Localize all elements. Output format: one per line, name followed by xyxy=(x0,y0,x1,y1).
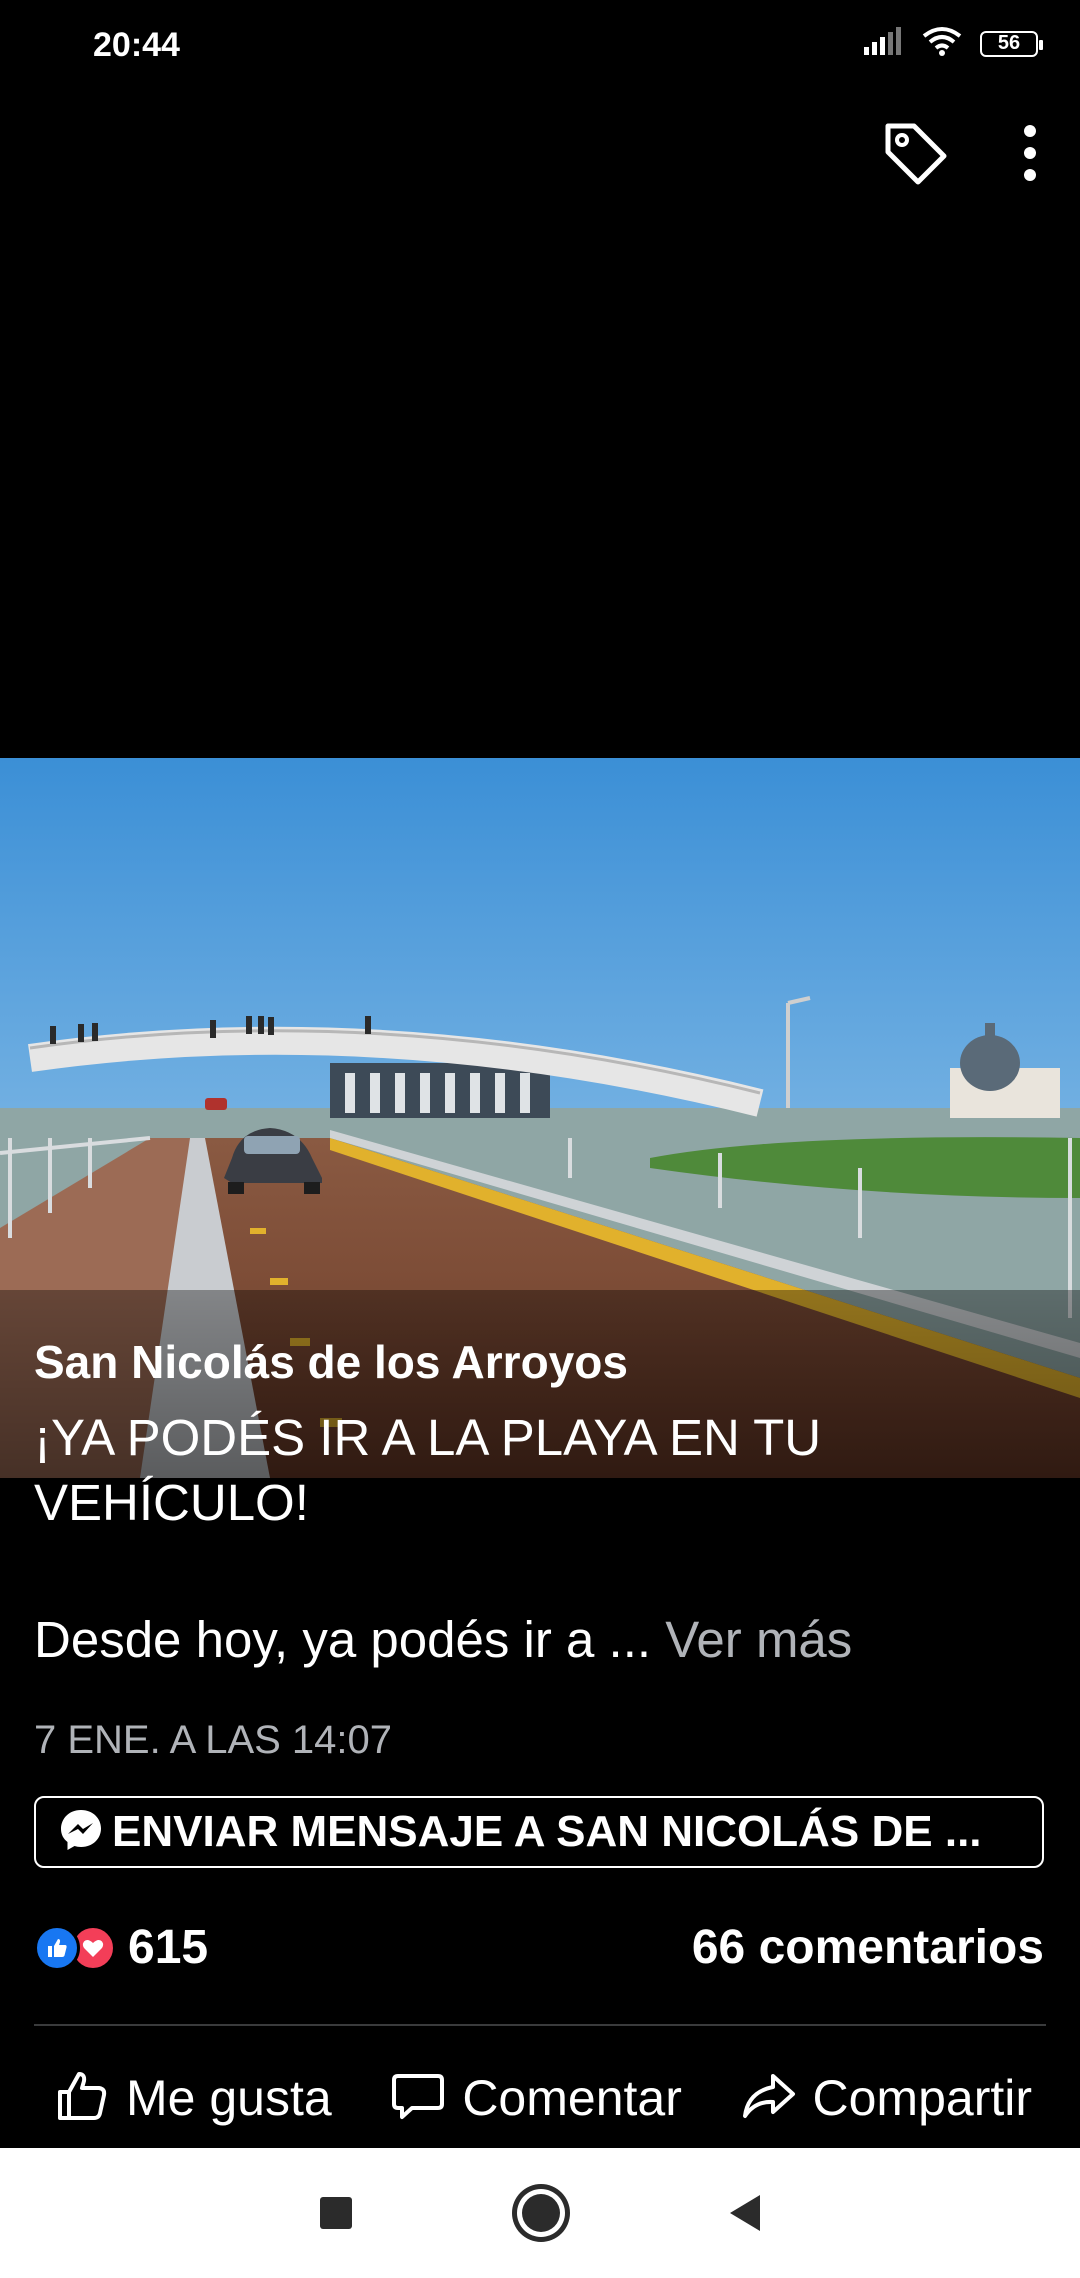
comment-button[interactable]: Comentar xyxy=(390,2068,682,2129)
status-icons: 56 xyxy=(864,26,1043,61)
status-bar: 20:44 56 xyxy=(0,0,1080,96)
tag-icon[interactable] xyxy=(880,118,950,188)
system-nav-bar xyxy=(0,2148,1080,2278)
reaction-count: 615 xyxy=(128,1921,209,1974)
like-reaction-icon xyxy=(34,1924,80,1971)
like-button[interactable]: Me gusta xyxy=(54,2068,332,2129)
home-icon[interactable] xyxy=(522,2194,560,2232)
wifi-icon xyxy=(922,26,962,61)
post-preview-text: Desde hoy, ya podés ir a ... xyxy=(34,1611,652,1668)
action-bar: Me gusta Comentar Compartir xyxy=(0,2058,1080,2138)
comment-label: Comentar xyxy=(462,2070,682,2126)
send-message-label: ENVIAR MENSAJE A SAN NICOLÁS DE ... xyxy=(112,1807,982,1856)
battery-icon: 56 xyxy=(980,30,1043,57)
share-label: Compartir xyxy=(812,2070,1032,2126)
signal-icon xyxy=(864,27,904,60)
messenger-icon xyxy=(58,1807,104,1858)
thumbs-up-icon xyxy=(54,2068,110,2129)
back-icon[interactable] xyxy=(730,2195,760,2231)
send-message-button[interactable]: ENVIAR MENSAJE A SAN NICOLÁS DE ... xyxy=(34,1796,1044,1868)
top-actions xyxy=(880,118,1040,188)
page-name[interactable]: San Nicolás de los Arroyos xyxy=(34,1335,628,1389)
like-label: Me gusta xyxy=(126,2070,332,2126)
divider xyxy=(34,2024,1046,2026)
share-arrow-icon xyxy=(741,2068,797,2129)
status-time: 20:44 xyxy=(93,26,180,64)
more-vertical-icon[interactable] xyxy=(1020,123,1040,183)
post-headline: ¡YA PODÉS IR A LA PLAYA EN TU VEHÍCULO! xyxy=(34,1409,822,1531)
share-button[interactable]: Compartir xyxy=(741,2068,1032,2129)
reactions-summary[interactable]: 615 xyxy=(34,1920,208,1975)
post-timestamp: 7 ENE. A LAS 14:07 xyxy=(34,1718,393,1762)
post-preview: Desde hoy, ya podés ir a ... Ver más xyxy=(34,1610,852,1669)
comment-bubble-icon xyxy=(390,2068,446,2129)
recents-icon[interactable] xyxy=(320,2197,352,2229)
see-more-link[interactable]: Ver más xyxy=(665,1611,852,1668)
comments-count[interactable]: 66 comentarios xyxy=(692,1920,1044,1975)
